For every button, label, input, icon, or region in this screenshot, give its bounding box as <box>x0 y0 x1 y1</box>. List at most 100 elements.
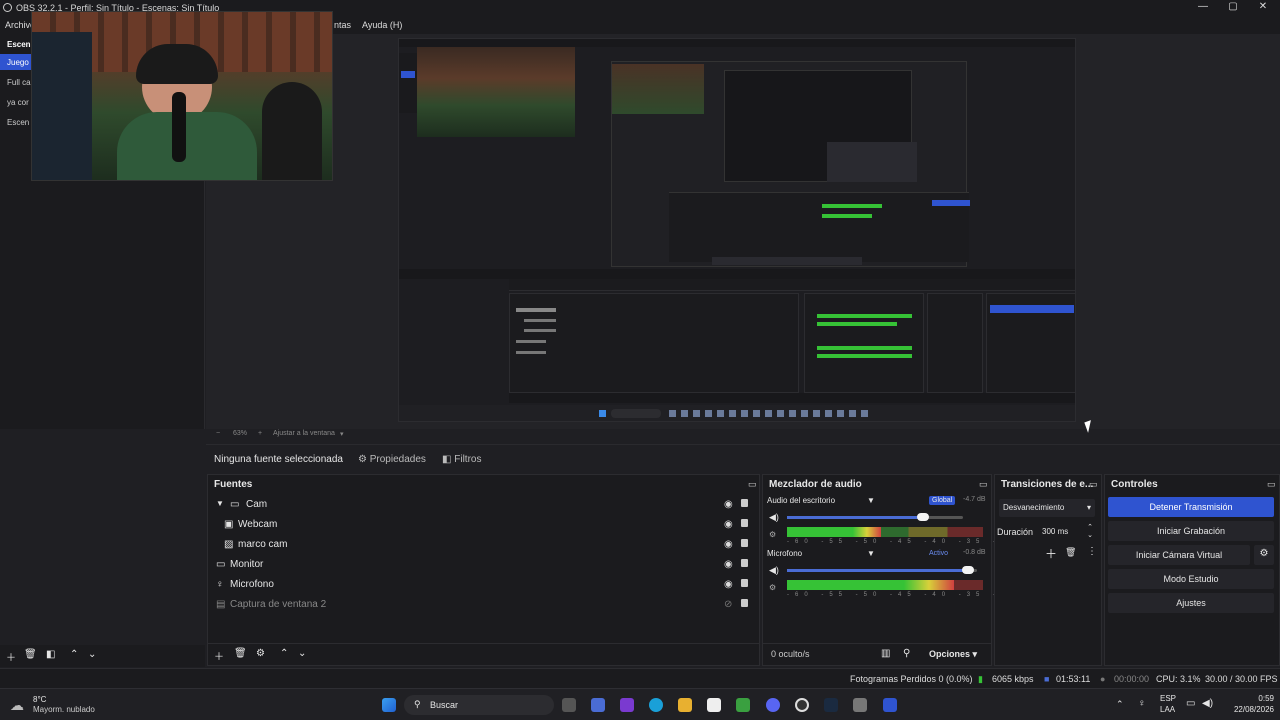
add-scene-button[interactable]: ＋ <box>6 649 16 664</box>
undock-icon[interactable]: ▭ <box>979 479 988 490</box>
start-recording-button[interactable]: Iniciar Grabación <box>1108 521 1274 541</box>
volume-icon[interactable]: ◀) <box>1202 698 1213 709</box>
chevron-down-icon[interactable]: ▼ <box>867 496 875 505</box>
lock-icon[interactable] <box>741 599 748 607</box>
add-source-button[interactable]: ＋ <box>214 648 224 663</box>
source-item-captura[interactable]: ▤ Captura de ventana 2 ⊘ <box>208 595 758 615</box>
steam-icon[interactable] <box>824 698 838 712</box>
windows-start-icon[interactable] <box>382 698 396 712</box>
gear-icon[interactable]: ⚙ <box>769 583 776 592</box>
source-item-webcam[interactable]: ▣ Webcam ◉ <box>208 515 758 535</box>
lock-icon[interactable] <box>741 519 748 527</box>
eye-icon[interactable]: ◉ <box>724 559 733 570</box>
properties-button[interactable]: ⚙ Propiedades <box>358 454 426 465</box>
search-box[interactable]: ⚲ Buscar <box>404 695 554 715</box>
source-item-cam[interactable]: ▼ ▭ Cam ◉ <box>208 495 758 515</box>
volume-handle[interactable] <box>962 566 974 574</box>
stepper-icon[interactable]: ⌃ ⌄ <box>1087 524 1093 540</box>
microphone-icon[interactable]: ♀ <box>1138 698 1146 709</box>
file-explorer-icon[interactable] <box>678 698 692 712</box>
weather-desc[interactable]: Mayorm. nublado <box>33 705 95 714</box>
gear-icon[interactable]: ⚙ <box>769 530 776 539</box>
app-icon[interactable] <box>883 698 897 712</box>
lock-icon[interactable] <box>741 559 748 567</box>
properties-label: Propiedades <box>369 454 426 465</box>
discord-icon[interactable] <box>766 698 780 712</box>
gear-icon[interactable]: ⚙ <box>256 648 265 659</box>
move-down-button[interactable]: ⌄ <box>298 648 306 659</box>
lang-1[interactable]: ESP <box>1160 694 1176 703</box>
chevron-up-icon[interactable]: ⌃ <box>1116 699 1124 710</box>
stop-stream-button[interactable]: Detener Transmisión <box>1108 497 1274 517</box>
eye-icon[interactable]: ◉ <box>724 579 733 590</box>
filter-icon[interactable]: ◧ <box>46 649 55 660</box>
more-icon[interactable]: ⋮ <box>1087 546 1097 557</box>
audio-meter <box>787 580 983 590</box>
settings-app-icon[interactable] <box>591 698 605 712</box>
clock-date[interactable]: 22/08/2026 <box>1224 705 1274 714</box>
source-item-monitor[interactable]: ▭ Monitor ◉ <box>208 555 758 575</box>
zoom-out-button[interactable]: − <box>216 430 220 437</box>
source-item-marco-cam[interactable]: ▨ marco cam ◉ <box>208 535 758 555</box>
move-up-button[interactable]: ⌃ <box>70 649 78 660</box>
obs-icon[interactable] <box>795 698 809 712</box>
scene-item-escena[interactable]: Escen <box>0 114 32 130</box>
eye-hidden-icon[interactable]: ⊘ <box>724 599 732 610</box>
columns-icon[interactable]: ▥ <box>881 648 890 659</box>
settings-button[interactable]: Ajustes <box>1108 593 1274 613</box>
menu-ayuda[interactable]: Ayuda (H) <box>362 20 402 30</box>
undock-icon[interactable]: ▭ <box>1089 479 1098 490</box>
speaker-icon[interactable]: ◀) <box>769 565 779 576</box>
eye-icon[interactable]: ◉ <box>724 519 733 530</box>
close-button[interactable]: ✕ <box>1248 1 1278 15</box>
trash-icon[interactable]: 🗑 <box>234 648 247 659</box>
options-button[interactable]: Opciones ▾ <box>929 649 977 660</box>
move-down-button[interactable]: ⌄ <box>88 649 96 660</box>
source-item-microfono[interactable]: ♀ Microfono ◉ <box>208 575 758 595</box>
link-icon[interactable]: ⚲ <box>903 648 910 659</box>
volume-handle[interactable] <box>917 513 929 521</box>
scene-item-ya[interactable]: ya cor <box>0 94 32 110</box>
filters-button[interactable]: ◧ Filtros <box>442 454 481 465</box>
calculator-icon[interactable] <box>853 698 867 712</box>
move-up-button[interactable]: ⌃ <box>280 648 288 659</box>
duration-input[interactable]: 300 ms ⌃ ⌄ <box>1039 524 1095 540</box>
trash-icon[interactable]: 🗑 <box>24 649 37 660</box>
network-icon[interactable]: ▭ <box>1186 698 1195 709</box>
undock-icon[interactable]: ▭ <box>1267 479 1276 490</box>
teams-icon[interactable] <box>620 698 634 712</box>
minecraft-icon[interactable] <box>736 698 750 712</box>
trash-icon[interactable]: 🗑 <box>1065 547 1076 558</box>
edge-icon[interactable] <box>649 698 663 712</box>
zoom-in-button[interactable]: + <box>258 430 262 437</box>
clock-time[interactable]: 0:59 <box>1224 694 1274 703</box>
stream-preview[interactable] <box>398 38 1076 422</box>
volume-slider[interactable] <box>787 569 977 572</box>
maximize-button[interactable]: ▢ <box>1218 1 1248 15</box>
fit-to-window[interactable]: Ajustar a la ventana <box>273 430 335 437</box>
eye-icon[interactable]: ◉ <box>724 499 733 510</box>
lang-2[interactable]: LAA <box>1160 705 1175 714</box>
studio-mode-button[interactable]: Modo Estudio <box>1108 569 1274 589</box>
gear-icon[interactable]: ⚙ <box>1254 545 1274 565</box>
eye-icon[interactable]: ◉ <box>724 539 733 550</box>
store-icon[interactable] <box>707 698 721 712</box>
speaker-icon[interactable]: ◀) <box>769 512 779 523</box>
lock-icon[interactable] <box>741 579 748 587</box>
chevron-down-icon[interactable]: ▾ <box>340 430 344 438</box>
chevron-down-icon[interactable]: ▼ <box>216 499 224 508</box>
virtual-camera-button[interactable]: Iniciar Cámara Virtual <box>1108 545 1250 565</box>
scene-item-fullcam[interactable]: Full ca <box>0 74 32 90</box>
lock-icon[interactable] <box>741 539 748 547</box>
menu-herramientas[interactable]: ntas <box>334 20 351 30</box>
record-time: 00:00:00 <box>1114 674 1150 684</box>
add-transition-button[interactable]: ＋ <box>1045 545 1057 562</box>
task-view-icon[interactable] <box>562 698 576 712</box>
chevron-down-icon[interactable]: ▼ <box>867 549 875 558</box>
minimize-button[interactable]: — <box>1188 1 1218 15</box>
lock-icon[interactable] <box>741 499 748 507</box>
volume-slider[interactable] <box>787 516 963 519</box>
undock-icon[interactable]: ▭ <box>748 479 757 490</box>
transition-select[interactable]: Desvanecimiento ▾ <box>999 499 1095 517</box>
scene-item-juego[interactable]: Juego <box>0 54 32 70</box>
